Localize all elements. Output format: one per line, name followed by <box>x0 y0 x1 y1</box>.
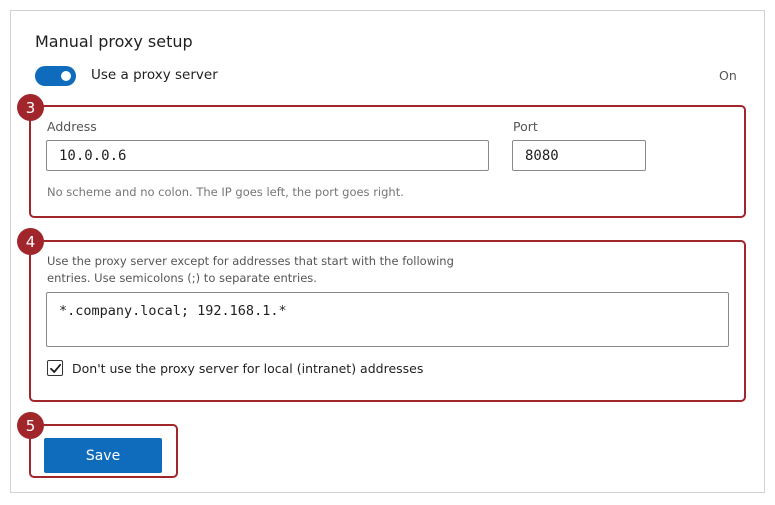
save-button[interactable]: Save <box>44 438 162 473</box>
use-proxy-toggle[interactable] <box>35 66 76 86</box>
exceptions-textarea[interactable]: *.company.local; 192.168.1.* <box>46 292 729 347</box>
address-input[interactable] <box>46 140 489 171</box>
annotation-badge-5: 5 <box>17 412 44 439</box>
address-label: Address <box>47 119 97 134</box>
local-bypass-checkbox[interactable] <box>47 360 63 376</box>
checkmark-icon <box>49 363 61 373</box>
local-bypass-label: Don't use the proxy server for local (in… <box>72 361 424 376</box>
port-input[interactable] <box>512 140 646 171</box>
exceptions-description: Use the proxy server except for addresse… <box>47 254 454 285</box>
port-label: Port <box>513 119 538 134</box>
toggle-knob <box>61 71 71 81</box>
annotation-badge-4: 4 <box>17 228 44 255</box>
use-proxy-label: Use a proxy server <box>91 67 218 83</box>
address-hint: No scheme and no colon. The IP goes left… <box>47 185 404 199</box>
section-title: Manual proxy setup <box>35 32 193 51</box>
toggle-state-text: On <box>719 68 737 83</box>
annotation-badge-3: 3 <box>17 94 44 121</box>
